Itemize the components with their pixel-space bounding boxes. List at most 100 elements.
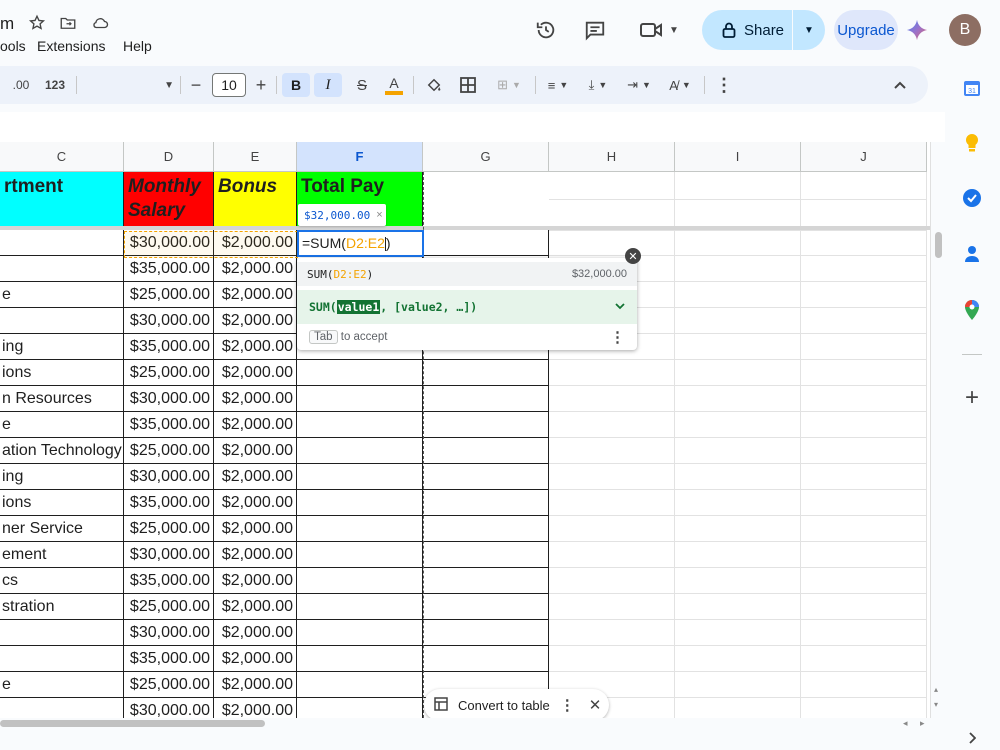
close-icon[interactable]: × bbox=[376, 209, 382, 221]
cell-g[interactable] bbox=[423, 386, 549, 412]
cell-bonus[interactable]: $2,000.00 bbox=[214, 360, 297, 386]
cell-department[interactable]: ing bbox=[0, 334, 124, 360]
bold-button[interactable]: B bbox=[282, 73, 310, 97]
cell-monthly-salary[interactable]: $25,000.00 bbox=[124, 672, 214, 698]
close-icon[interactable]: ✕ bbox=[589, 696, 602, 714]
cell-department[interactable]: ation Technology bbox=[0, 438, 124, 464]
header-cell-department[interactable]: rtment bbox=[0, 172, 124, 230]
scroll-left-icon[interactable]: ◂ bbox=[903, 718, 908, 729]
cell-g[interactable] bbox=[423, 464, 549, 490]
vertical-scrollbar-thumb[interactable] bbox=[935, 232, 942, 258]
cell-g[interactable] bbox=[423, 438, 549, 464]
cell-monthly-salary[interactable]: $35,000.00 bbox=[124, 334, 214, 360]
cell-g[interactable] bbox=[423, 620, 549, 646]
column-header-f[interactable]: F bbox=[297, 142, 423, 172]
cell-department[interactable]: ions bbox=[0, 490, 124, 516]
share-dropdown-button[interactable]: ▼ bbox=[793, 10, 825, 50]
cell-bonus[interactable]: $2,000.00 bbox=[214, 516, 297, 542]
cell-monthly-salary[interactable]: $25,000.00 bbox=[124, 594, 214, 620]
fill-color-icon[interactable] bbox=[421, 73, 447, 97]
cell-bonus[interactable]: $2,000.00 bbox=[214, 438, 297, 464]
cell-bonus[interactable]: $2,000.00 bbox=[214, 282, 297, 308]
meet-icon[interactable]: ▼ bbox=[637, 18, 681, 42]
move-folder-icon[interactable] bbox=[57, 12, 79, 34]
document-title[interactable]: m bbox=[0, 14, 14, 34]
cell-department[interactable]: cs bbox=[0, 568, 124, 594]
cell-bonus[interactable]: $2,000.00 bbox=[214, 620, 297, 646]
tasks-icon[interactable] bbox=[960, 186, 984, 210]
cell-department[interactable]: ement bbox=[0, 542, 124, 568]
increase-font-size-button[interactable]: + bbox=[251, 73, 271, 97]
upgrade-button[interactable]: Upgrade bbox=[834, 10, 898, 50]
cell-total-pay[interactable] bbox=[297, 594, 423, 620]
cell-monthly-salary[interactable]: $25,000.00 bbox=[124, 516, 214, 542]
more-options-icon[interactable]: ⋮ bbox=[560, 696, 575, 714]
more-options-icon[interactable]: ⋮ bbox=[712, 73, 736, 97]
cell-total-pay[interactable] bbox=[297, 464, 423, 490]
maps-icon[interactable] bbox=[960, 298, 984, 322]
cell-g[interactable] bbox=[423, 412, 549, 438]
cell-monthly-salary[interactable]: $30,000.00 bbox=[124, 386, 214, 412]
cell-department[interactable]: e bbox=[0, 282, 124, 308]
header-cell-bonus[interactable]: Bonus bbox=[214, 172, 297, 230]
cell-department[interactable] bbox=[0, 620, 124, 646]
column-header-d[interactable]: D bbox=[124, 142, 214, 172]
cell-monthly-salary[interactable]: $35,000.00 bbox=[124, 412, 214, 438]
cell-total-pay[interactable] bbox=[297, 698, 423, 718]
cell-total-pay[interactable] bbox=[297, 568, 423, 594]
cell-department[interactable] bbox=[0, 230, 124, 256]
cell-department[interactable]: ions bbox=[0, 360, 124, 386]
keep-icon[interactable] bbox=[960, 131, 984, 155]
font-size-input[interactable]: 10 bbox=[212, 73, 246, 97]
cell-bonus[interactable]: $2,000.00 bbox=[214, 672, 297, 698]
star-icon[interactable] bbox=[26, 12, 48, 34]
cell-g[interactable] bbox=[423, 594, 549, 620]
share-button[interactable]: Share bbox=[702, 10, 792, 50]
number-format-button[interactable]: 123 bbox=[42, 73, 68, 97]
cell-monthly-salary[interactable]: $35,000.00 bbox=[124, 646, 214, 672]
cell-total-pay[interactable] bbox=[297, 360, 423, 386]
cell-monthly-salary[interactable]: $30,000.00 bbox=[124, 620, 214, 646]
cell-department[interactable] bbox=[0, 698, 124, 718]
calendar-icon[interactable]: 31 bbox=[960, 76, 984, 100]
scroll-right-icon[interactable]: ▸ bbox=[920, 718, 925, 729]
cell-total-pay[interactable] bbox=[297, 438, 423, 464]
text-rotation-icon[interactable]: A̸ ▼ bbox=[662, 73, 698, 97]
cell-total-pay[interactable] bbox=[297, 620, 423, 646]
cell-bonus[interactable]: $2,000.00 bbox=[214, 490, 297, 516]
cell-monthly-salary[interactable]: $35,000.00 bbox=[124, 256, 214, 282]
cell-department[interactable] bbox=[0, 646, 124, 672]
close-popup-icon[interactable]: ✕ bbox=[625, 248, 641, 264]
horizontal-align-icon[interactable]: ≡ ▼ bbox=[540, 73, 576, 97]
cell-bonus[interactable]: $2,000.00 bbox=[214, 334, 297, 360]
cell-bonus[interactable]: $2,000.00 bbox=[214, 256, 297, 282]
cell-department[interactable] bbox=[0, 308, 124, 334]
column-header-h[interactable]: H bbox=[549, 142, 675, 172]
chevron-down-icon[interactable] bbox=[615, 301, 625, 313]
horizontal-scrollbar-thumb[interactable] bbox=[0, 720, 265, 727]
cell-monthly-salary[interactable]: $30,000.00 bbox=[124, 698, 214, 718]
decrease-font-size-button[interactable]: − bbox=[186, 73, 206, 97]
cell-g[interactable] bbox=[423, 568, 549, 594]
cell-total-pay[interactable] bbox=[297, 542, 423, 568]
comments-icon[interactable] bbox=[583, 18, 607, 42]
vertical-align-icon[interactable]: ⤓ ▼ bbox=[580, 73, 616, 97]
cell-g[interactable] bbox=[423, 360, 549, 386]
cell-monthly-salary[interactable]: $25,000.00 bbox=[124, 438, 214, 464]
menu-help[interactable]: Help bbox=[123, 38, 152, 54]
cell-department[interactable]: ner Service bbox=[0, 516, 124, 542]
contacts-icon[interactable] bbox=[960, 242, 984, 266]
column-header-c[interactable]: C bbox=[0, 142, 124, 172]
merge-cells-icon[interactable]: ⊞ ▼ bbox=[489, 73, 529, 97]
collapse-toolbar-icon[interactable] bbox=[888, 73, 912, 97]
cell-bonus[interactable]: $2,000.00 bbox=[214, 542, 297, 568]
cell-monthly-salary[interactable]: $25,000.00 bbox=[124, 360, 214, 386]
spreadsheet-grid[interactable]: C D E F G H I J rtment Monthly Salary Bo… bbox=[0, 142, 930, 718]
cell-monthly-salary[interactable]: $25,000.00 bbox=[124, 282, 214, 308]
cell-department[interactable]: stration bbox=[0, 594, 124, 620]
cell-total-pay[interactable] bbox=[297, 516, 423, 542]
strikethrough-button[interactable]: S bbox=[348, 73, 376, 97]
cell-bonus[interactable]: $2,000.00 bbox=[214, 308, 297, 334]
cell-department[interactable]: n Resources bbox=[0, 386, 124, 412]
menu-tools[interactable]: ools bbox=[0, 38, 26, 54]
